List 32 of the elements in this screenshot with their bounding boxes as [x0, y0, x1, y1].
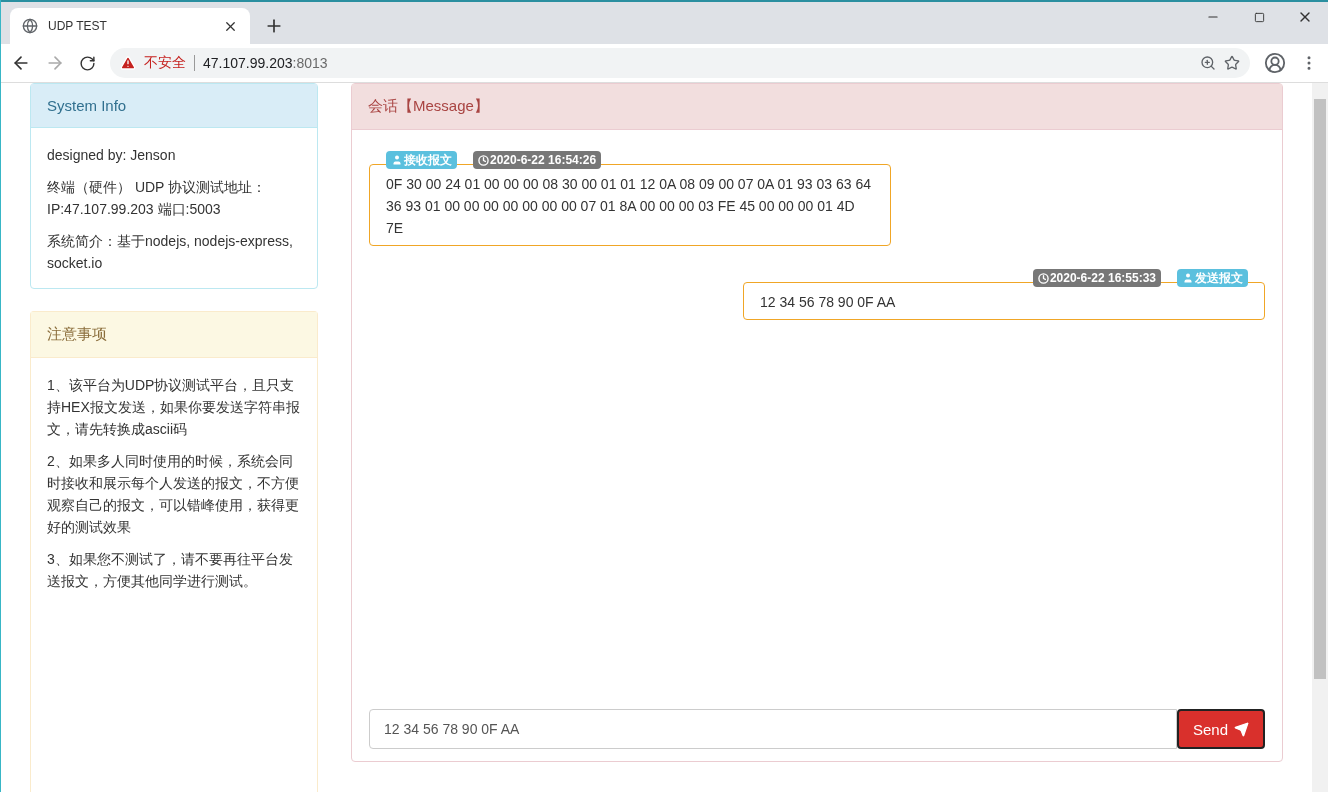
scrollbar[interactable]: [1312, 83, 1328, 792]
info-text: designed by: Jenson: [47, 146, 177, 165]
url-port: :8013: [292, 55, 328, 71]
timestamp-badge: 2020-6-22 16:55:33: [1032, 269, 1161, 287]
user-icon: [391, 154, 403, 166]
timestamp-badge: 2020-6-22 16:54:26: [473, 151, 602, 169]
warning-icon: [120, 55, 136, 71]
info-text: 系统简介：基于nodejs, nodejs-express, socket.io: [47, 232, 294, 273]
globe-icon: [22, 18, 38, 34]
user-icon: [1182, 272, 1194, 284]
clock-icon: [478, 154, 489, 166]
clock-icon: [1037, 272, 1049, 284]
reload-icon[interactable]: [79, 54, 96, 72]
profile-icon[interactable]: [1264, 52, 1286, 74]
browser-tab[interactable]: UDP TEST: [10, 8, 250, 44]
star-icon[interactable]: [1224, 55, 1240, 71]
note-text: 3、如果您不测试了，请不要再往平台发送报文，方便其他同学进行测试。: [47, 550, 294, 591]
send-icon: [1234, 721, 1249, 737]
note-text: 2、如果多人同时使用的时候，系统会同时接收和展示每个人发送的报文，不方便观察自己的报文，可以错峰使用，获得更好的测试效果: [47, 452, 300, 537]
message-type-badge: 接收报文: [386, 151, 457, 169]
address-bar[interactable]: 不安全 47.107.99.203:8013: [110, 48, 1250, 78]
security-label: 不安全: [144, 54, 186, 72]
panel-title: 注意事项: [31, 312, 317, 358]
info-text: 终端（硬件） UDP 协议测试地址：IP:47.107.99.203 端口:5003: [47, 178, 268, 219]
zoom-icon[interactable]: [1200, 55, 1216, 71]
panel-title: System Info: [31, 84, 317, 128]
send-button[interactable]: Send: [1176, 709, 1265, 749]
message-type-badge: 发送报文: [1177, 269, 1248, 287]
note-text: 1、该平台为UDP协议测试平台，且只支持HEX报文发送，如果你要发送字符串报文，请先转换成ascii码: [47, 376, 301, 439]
url-host: 47.107.99.203: [203, 55, 293, 71]
message-input[interactable]: 12 34 56 78 90 0F AA: [369, 709, 1177, 749]
panel-title: 会话【Message】: [352, 84, 1282, 130]
